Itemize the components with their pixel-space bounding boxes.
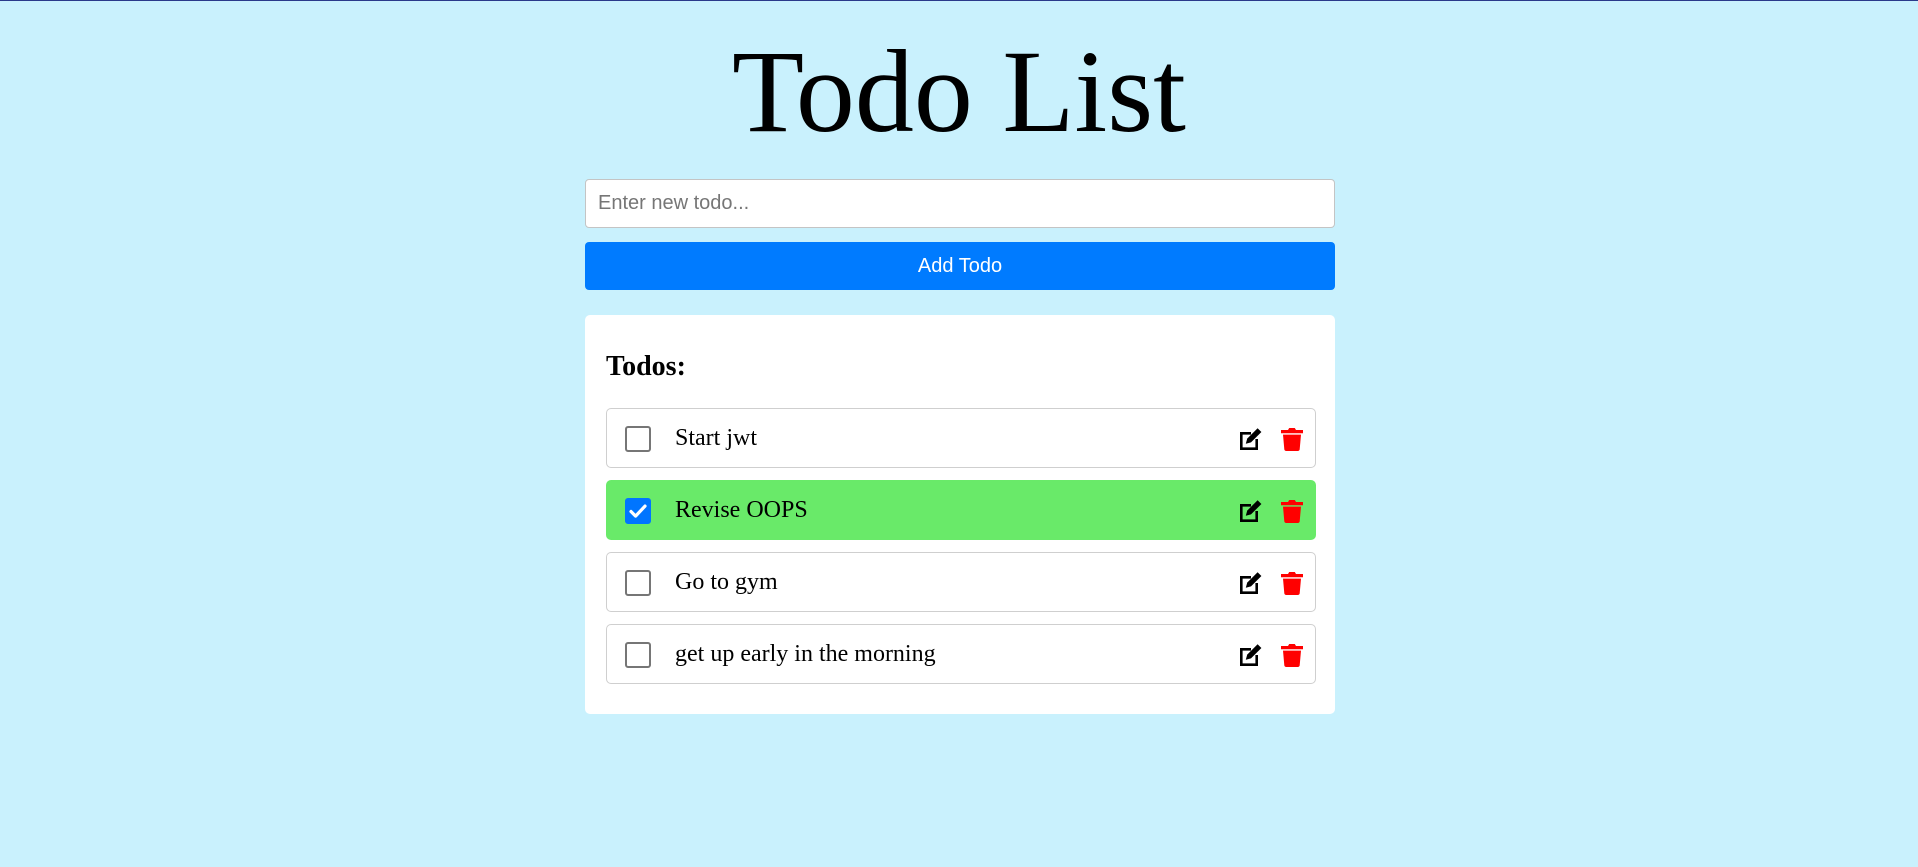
todo-item: get up early in the morning — [606, 624, 1316, 684]
new-todo-input[interactable] — [585, 179, 1335, 228]
todo-item: Revise OOPS — [606, 480, 1316, 540]
edit-icon[interactable] — [1237, 499, 1263, 523]
todo-text: Revise OOPS — [675, 497, 808, 523]
page-title: Todo List — [732, 26, 1186, 157]
trash-icon[interactable] — [1279, 643, 1305, 667]
todo-item: Start jwt — [606, 408, 1316, 468]
todo-item: Go to gym — [606, 552, 1316, 612]
todos-panel: Todos: Start jwt Revise OOPS Go to gym g… — [585, 315, 1335, 714]
checkmark-icon — [629, 504, 647, 518]
edit-icon[interactable] — [1237, 427, 1263, 451]
todo-checkbox[interactable] — [625, 498, 651, 524]
todo-text: Go to gym — [675, 569, 778, 595]
trash-icon[interactable] — [1279, 427, 1305, 451]
todo-text: Start jwt — [675, 425, 757, 451]
todo-text: get up early in the morning — [675, 641, 936, 667]
todo-checkbox[interactable] — [625, 570, 651, 596]
trash-icon[interactable] — [1279, 499, 1305, 523]
window-top-border — [0, 0, 1918, 1]
todo-list: Start jwt Revise OOPS Go to gym get up e… — [606, 408, 1316, 696]
edit-icon[interactable] — [1237, 643, 1263, 667]
todo-checkbox[interactable] — [625, 426, 651, 452]
edit-icon[interactable] — [1237, 571, 1263, 595]
trash-icon[interactable] — [1279, 571, 1305, 595]
todos-heading: Todos: — [606, 351, 686, 382]
todo-checkbox[interactable] — [625, 642, 651, 668]
add-todo-button[interactable]: Add Todo — [585, 242, 1335, 290]
